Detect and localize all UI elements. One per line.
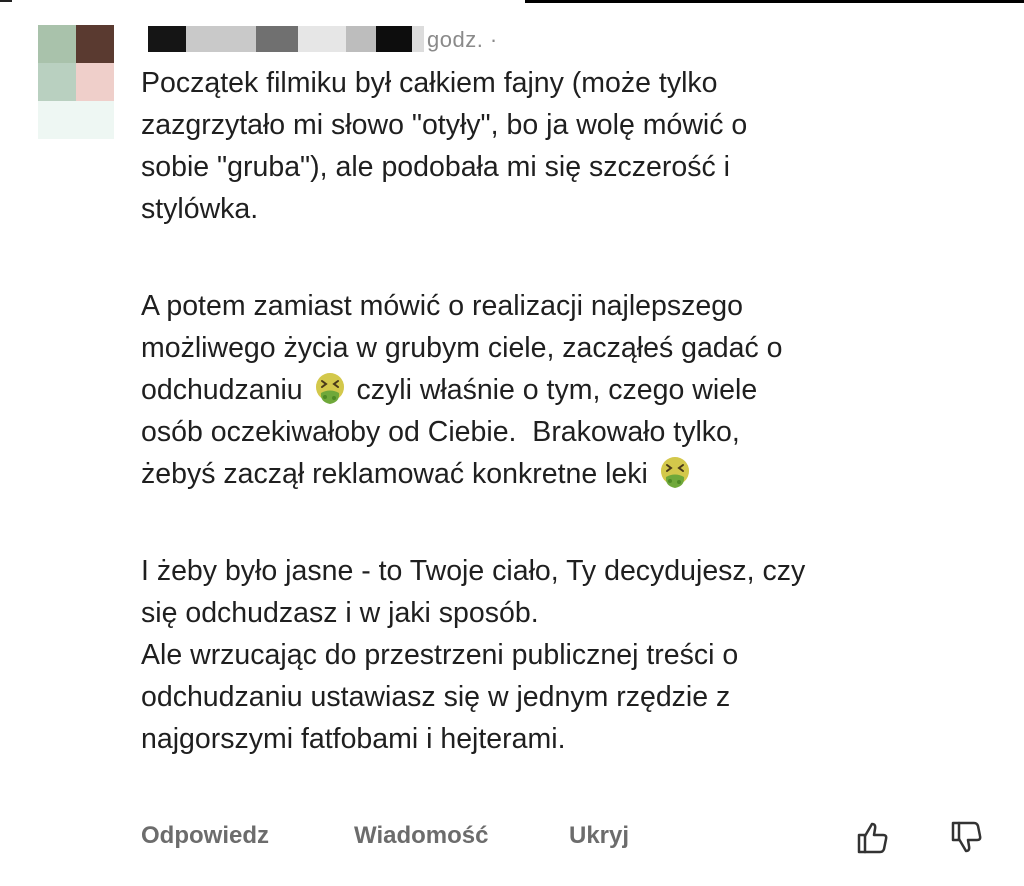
- redacted-username: [148, 26, 186, 52]
- comment-line: I żeby było jasne - to Twoje ciało, Ty d…: [141, 555, 806, 587]
- comment-line: osób oczekiwałoby od Ciebie. Brakowało t…: [141, 416, 740, 448]
- avatar-pixel: [38, 25, 76, 63]
- reply-button[interactable]: Odpowiedz: [141, 822, 269, 850]
- message-button[interactable]: Wiadomość: [354, 822, 488, 850]
- thumbs-up-icon[interactable]: [853, 818, 893, 858]
- nauseated-face-emoji-icon: [660, 457, 689, 488]
- comment-line: odchudzaniu czyli właśnie o tym, czego w…: [141, 369, 1001, 411]
- comment-line: najgorszymi fatfobami i hejterami.: [141, 723, 566, 755]
- comment-actions: Odpowiedz Wiadomość Ukryj: [141, 818, 1001, 858]
- top-divider-line: [525, 0, 1024, 3]
- hide-button[interactable]: Ukryj: [569, 822, 629, 850]
- comment-line: zazgrzytało mi słowo "otyły", bo ja wolę…: [141, 109, 748, 141]
- comment-line: stylówka.: [141, 193, 259, 225]
- comment-text: czyli właśnie o tym, czego wiele: [348, 374, 758, 406]
- comment-line: żebyś zaczął reklamować konkretne leki: [141, 453, 1001, 495]
- redacted-username: [412, 26, 424, 52]
- nauseated-face-emoji-icon: [315, 373, 344, 404]
- redacted-username: [376, 26, 412, 52]
- thumbs-down-icon[interactable]: [947, 818, 987, 858]
- avatar[interactable]: [38, 25, 114, 139]
- redacted-username: [186, 26, 256, 52]
- comment-line: możliwego życia w grubym ciele, zacząłeś…: [141, 332, 783, 364]
- comment-time: godz. ·: [427, 27, 498, 52]
- comment-line: A potem zamiast mówić o realizacji najle…: [141, 290, 743, 322]
- comment-text: żebyś zaczął reklamować konkretne leki: [141, 458, 656, 490]
- comment-meta: godz. ·: [140, 22, 560, 52]
- avatar-pixel: [38, 101, 114, 139]
- redacted-username: [346, 26, 376, 52]
- top-edge-line: [0, 0, 12, 2]
- avatar-pixel: [76, 63, 114, 101]
- avatar-pixel: [38, 63, 76, 101]
- comment-line: odchudzaniu ustawiasz się w jednym rzędz…: [141, 681, 731, 713]
- comment-line: Ale wrzucając do przestrzeni publicznej …: [141, 639, 739, 671]
- redacted-username: [298, 26, 346, 52]
- comment-line: się odchudzasz i w jaki sposób.: [141, 597, 539, 629]
- comment-line: Początek filmiku był całkiem fajny (może…: [141, 67, 718, 99]
- comment-body: Początek filmiku był całkiem fajny (może…: [141, 62, 1001, 760]
- redacted-username: [256, 26, 298, 52]
- comment-text: odchudzaniu: [141, 374, 311, 406]
- comment-line: sobie "gruba"), ale podobała mi się szcz…: [141, 151, 730, 183]
- avatar-pixel: [76, 25, 114, 63]
